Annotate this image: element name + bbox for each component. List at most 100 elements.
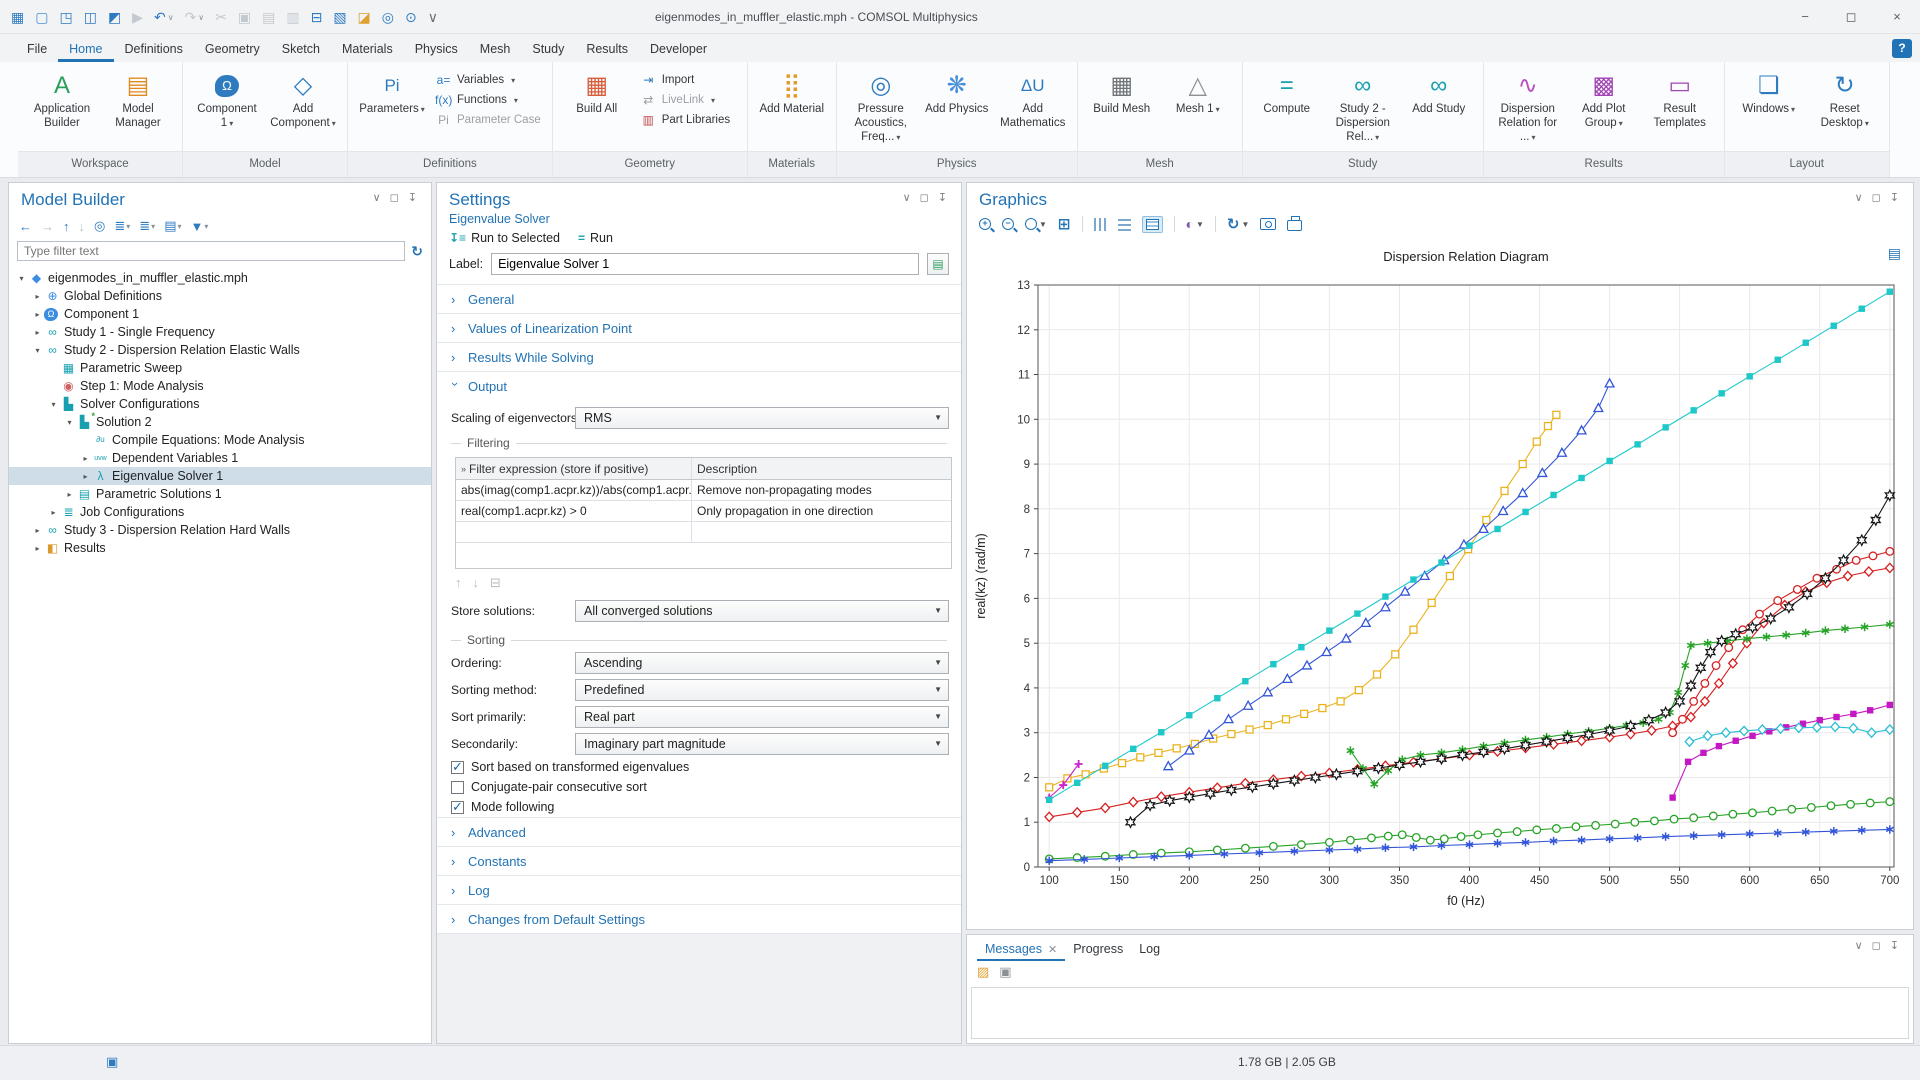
print-icon[interactable]: [1287, 217, 1302, 231]
zoom-box-icon[interactable]: ▼: [1025, 218, 1047, 230]
expander-closed-icon[interactable]: ▸: [47, 508, 60, 517]
snapshot-icon[interactable]: [1260, 218, 1276, 230]
ribbon-add-component-button[interactable]: ◇Add Component▾: [266, 67, 340, 150]
menu-tab-developer[interactable]: Developer: [639, 38, 718, 62]
graphics-float-icon[interactable]: ◻: [1872, 192, 1881, 204]
plot-settings-icon[interactable]: ▤: [1888, 245, 1901, 262]
tree-item-eigenvalue-solver-1[interactable]: ▸λEigenvalue Solver 1: [9, 467, 431, 485]
menu-tab-definitions[interactable]: Definitions: [114, 38, 194, 62]
refresh-plot-icon[interactable]: ↻▼: [1227, 215, 1250, 233]
ribbon-model-manager-button[interactable]: ▤Model Manager: [101, 67, 175, 150]
filter-table-empty-area[interactable]: [456, 543, 951, 568]
copy-log-icon[interactable]: ▣: [999, 964, 1011, 980]
run-button[interactable]: = Run: [578, 231, 613, 245]
tree-item-component-1[interactable]: ▸ΩComponent 1: [9, 305, 431, 323]
description-cell[interactable]: Remove non-propagating modes: [692, 483, 951, 497]
tree-item-global-definitions[interactable]: ▸⊕Global Definitions: [9, 287, 431, 305]
y-axis-grid-icon[interactable]: [1118, 218, 1131, 231]
close-button[interactable]: ×: [1874, 0, 1920, 33]
zoom-out-icon[interactable]: −: [1002, 218, 1014, 230]
settings-pin-icon[interactable]: ↧: [938, 192, 947, 204]
expander-closed-icon[interactable]: ▸: [79, 472, 92, 481]
menu-tab-home[interactable]: Home: [58, 38, 113, 62]
section-constants[interactable]: › Constants: [437, 846, 961, 875]
expander-open-icon[interactable]: ▾: [63, 418, 76, 427]
description-cell[interactable]: Only propagation in one direction: [692, 504, 951, 518]
expander-open-icon[interactable]: ▾: [15, 274, 28, 283]
ribbon-component-1-button[interactable]: ΩComponent 1▾: [190, 67, 264, 150]
messages-float-icon[interactable]: ◻: [1872, 940, 1881, 952]
menu-tab-materials[interactable]: Materials: [331, 38, 404, 62]
ribbon-dispersion-relation-for-button[interactable]: ∿Dispersion Relation for ...▾: [1491, 67, 1565, 150]
qat-undo-button[interactable]: ↶∨: [149, 4, 179, 30]
expander-closed-icon[interactable]: ▸: [31, 292, 44, 301]
ribbon-windows-button[interactable]: ❏Windows▾: [1732, 67, 1806, 150]
tree-item-step-1-mode-analysis[interactable]: ◉Step 1: Mode Analysis: [9, 377, 431, 395]
section-changes-from-default-settings[interactable]: › Changes from Default Settings: [437, 904, 961, 933]
model-builder-pin-icon[interactable]: ↧: [408, 192, 417, 204]
qat-zoom-selected-button[interactable]: ◎: [377, 4, 399, 30]
ribbon-compute-button[interactable]: =Compute: [1250, 67, 1324, 150]
tree-toolbar-move-up-icon[interactable]: ↑: [63, 219, 70, 234]
model-builder-collapse-icon[interactable]: ∨: [373, 192, 381, 204]
tree-item-solution-2[interactable]: ▾▙*Solution 2: [9, 413, 431, 431]
messages-collapse-icon[interactable]: ∨: [1855, 940, 1863, 952]
qat-find-button[interactable]: ⊙: [400, 4, 422, 30]
model-builder-float-icon[interactable]: ◻: [390, 192, 399, 204]
ribbon-result-templates-button[interactable]: ▭Result Templates: [1643, 67, 1717, 150]
minimize-button[interactable]: −: [1782, 0, 1828, 33]
expander-closed-icon[interactable]: ▸: [31, 328, 44, 337]
qat-delete-button[interactable]: ⊟: [306, 4, 328, 30]
filter-expression-cell[interactable]: abs(imag(comp1.acpr.kz))/abs(comp1.acpr.…: [456, 480, 692, 500]
tree-item-job-configurations[interactable]: ▸≣Job Configurations: [9, 503, 431, 521]
filter-expression-cell[interactable]: real(comp1.acpr.kz) > 0: [456, 501, 692, 521]
zoom-in-icon[interactable]: +: [979, 218, 991, 230]
ribbon-application-builder-button[interactable]: AApplication Builder: [25, 67, 99, 150]
ribbon-parameters-button[interactable]: PiParameters▾: [355, 67, 429, 150]
tree-toolbar-collapse-all-icon[interactable]: ≣▾: [114, 218, 130, 234]
ribbon-variables-button[interactable]: a=Variables▾: [431, 72, 545, 88]
qat-duplicate-button[interactable]: ▥: [281, 4, 304, 30]
rename-label-button[interactable]: ▤: [927, 253, 949, 275]
menu-tab-sketch[interactable]: Sketch: [271, 38, 331, 62]
messages-pin-icon[interactable]: ↧: [1890, 940, 1899, 952]
qat-cut-button[interactable]: ✂: [210, 4, 232, 30]
checkbox-checked-icon[interactable]: [451, 801, 464, 814]
show-legends-icon[interactable]: [1142, 216, 1163, 233]
ribbon-reset-desktop-button[interactable]: ↻Reset Desktop▾: [1808, 67, 1882, 150]
messages-console[interactable]: [971, 987, 1909, 1039]
ribbon-build-all-button[interactable]: ▦Build All: [560, 67, 634, 150]
menu-tab-mesh[interactable]: Mesh: [469, 38, 522, 62]
tree-toolbar-forward-icon[interactable]: →: [41, 219, 54, 234]
tree-toolbar-move-down-icon[interactable]: ↓: [79, 219, 86, 234]
messages-tab-messages[interactable]: Messages✕: [977, 938, 1065, 961]
tree-item-eigenmodes-in-muffler-elastic-mph[interactable]: ▾◆eigenmodes_in_muffler_elastic.mph: [9, 269, 431, 287]
qat-app-logo-button[interactable]: ▦: [6, 4, 29, 30]
qat-paste-button[interactable]: ▤: [257, 4, 280, 30]
section-output[interactable]: › Output: [437, 371, 961, 400]
tree-item-compile-equations-mode-analysis[interactable]: ∂uCompile Equations: Mode Analysis: [9, 431, 431, 449]
zoom-extents-icon[interactable]: ⊞: [1058, 215, 1071, 233]
ribbon-mesh-1-button[interactable]: △Mesh 1▾: [1161, 67, 1235, 150]
menu-tab-geometry[interactable]: Geometry: [194, 38, 271, 62]
sorting-method-dropdown[interactable]: Predefined ▼: [575, 679, 949, 701]
ribbon-functions-button[interactable]: f(x)Functions▾: [431, 92, 545, 108]
qat-open-file-button[interactable]: ◳: [54, 4, 77, 30]
ribbon-build-mesh-button[interactable]: ▦Build Mesh: [1085, 67, 1159, 150]
run-to-selected-button[interactable]: ↧≡ Run to Selected: [449, 231, 560, 245]
qat-customize-toolbar-button[interactable]: ∨: [423, 4, 443, 30]
section-values-of-linearization-point[interactable]: › Values of Linearization Point: [437, 313, 961, 342]
label-input[interactable]: [491, 253, 919, 275]
messages-tab-progress[interactable]: Progress: [1065, 938, 1131, 961]
menu-tab-study[interactable]: Study: [521, 38, 575, 62]
filter-expression-cell[interactable]: [456, 522, 692, 542]
tree-item-dependent-variables-1[interactable]: ▸uvwDependent Variables 1: [9, 449, 431, 467]
graphics-pin-icon[interactable]: ↧: [1890, 192, 1899, 204]
menu-tab-file[interactable]: File: [16, 38, 58, 62]
ribbon-add-study-button[interactable]: ∞Add Study: [1402, 67, 1476, 150]
menu-tab-physics[interactable]: Physics: [404, 38, 469, 62]
tree-toolbar-expand-all-icon[interactable]: ≣▾: [139, 218, 155, 234]
ribbon-import-button[interactable]: ⇥Import: [636, 72, 740, 88]
checkbox-checked-icon[interactable]: [451, 761, 464, 774]
store-solutions-dropdown[interactable]: All converged solutions ▼: [575, 600, 949, 622]
